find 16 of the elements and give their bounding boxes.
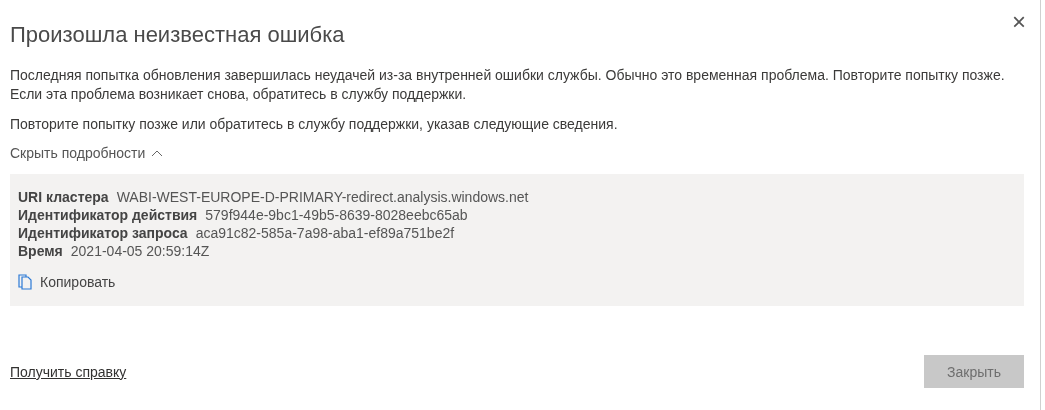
caret-icon [151, 149, 164, 157]
copy-button[interactable]: Копировать [18, 274, 116, 290]
detail-value: 579f944e-9bc1-49b5-8639-8028eebc65ab [205, 206, 468, 224]
detail-value: WABI-WEST-EUROPE-D-PRIMARY-redirect.analysis.windows.net [116, 188, 529, 206]
copy-icon [18, 274, 32, 290]
detail-value: 2021-04-05 20:59:14Z [70, 242, 210, 260]
details-toggle[interactable]: Скрыть подробности [10, 145, 164, 161]
message-text: Последняя попытка обновления завершилась неудачей из-за внутренней ошибки службы. Обычно это временная проблема. Повторите попытку позже. Если эта проблема возникает снова, обратитесь в службу поддержки. [10, 66, 1006, 104]
help-link[interactable]: Получить справку [10, 363, 127, 380]
detail-value: aca91c82-585a-7a98-aba1-ef89a751be2f [195, 224, 455, 242]
detail-label: Идентификатор действия [18, 206, 198, 224]
detail-label: Идентификатор запроса [18, 224, 188, 242]
detail-label: URI кластера [18, 188, 109, 206]
dialog-title: Произошла неизвестная ошибка [10, 21, 345, 49]
message-text: Повторите попытку позже или обратитесь в службу поддержки, указав следующие сведения. [10, 115, 619, 134]
detail-label: Время [18, 242, 63, 260]
